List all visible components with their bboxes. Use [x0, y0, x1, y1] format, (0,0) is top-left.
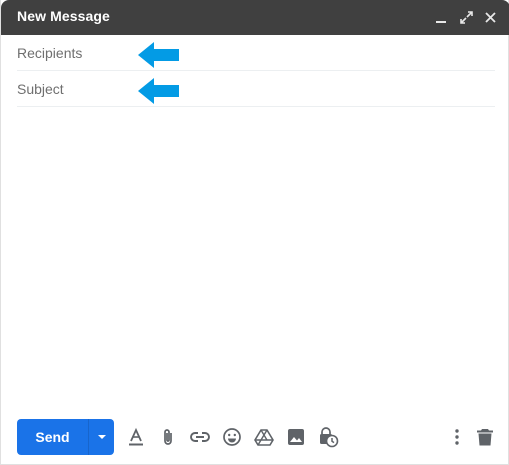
link-icon[interactable] — [188, 425, 212, 449]
formatting-icon[interactable] — [124, 425, 148, 449]
confidential-mode-icon[interactable] — [316, 425, 340, 449]
send-button[interactable]: Send — [17, 419, 89, 455]
recipients-input[interactable] — [17, 35, 495, 70]
more-options-icon[interactable] — [445, 425, 469, 449]
caret-down-icon — [97, 435, 106, 439]
photo-icon[interactable] — [284, 425, 308, 449]
close-icon[interactable] — [482, 9, 499, 26]
minimize-icon[interactable] — [433, 9, 450, 26]
expand-icon[interactable] — [458, 9, 475, 26]
arrow-annotation-icon — [138, 78, 179, 104]
subject-field — [17, 71, 495, 107]
drive-icon[interactable] — [252, 425, 276, 449]
arrow-annotation-icon — [138, 42, 179, 68]
compose-titlebar[interactable]: New Message — [1, 0, 509, 35]
compose-title: New Message — [17, 8, 110, 24]
compose-window: New Message Send — [0, 0, 509, 465]
attach-icon[interactable] — [156, 425, 180, 449]
send-options-button[interactable] — [89, 419, 114, 455]
recipients-field — [17, 35, 495, 71]
message-body[interactable] — [17, 110, 495, 405]
send-button-group: Send — [17, 419, 114, 455]
subject-input[interactable] — [17, 71, 495, 106]
emoji-icon[interactable] — [220, 425, 244, 449]
trash-icon[interactable] — [473, 425, 497, 449]
